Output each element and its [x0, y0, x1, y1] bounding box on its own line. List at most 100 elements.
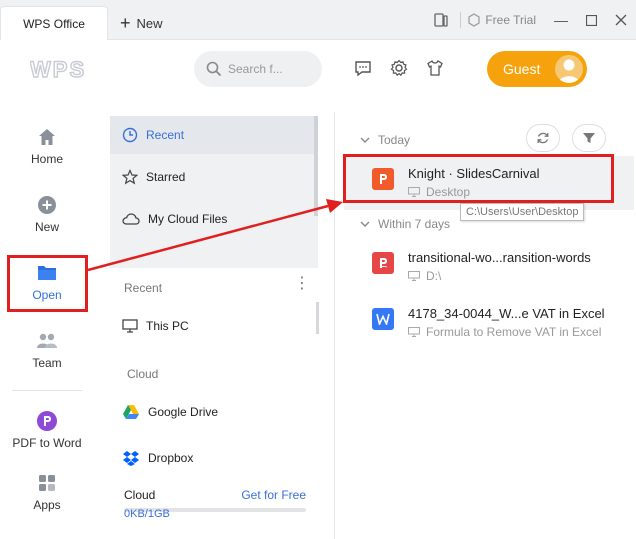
apps-icon [36, 472, 58, 494]
column-divider [334, 112, 335, 539]
nav-home[interactable]: Home [8, 126, 86, 166]
search-input[interactable] [228, 62, 298, 76]
location-dropbox[interactable]: Dropbox [110, 444, 318, 472]
location-panel: Recent Starred My Cloud Files Recent ⋮ T… [94, 112, 334, 539]
monitor-icon [122, 319, 138, 333]
plus-circle-icon [36, 194, 58, 216]
title-bar: WPS Office + New Free Trial — [0, 0, 636, 40]
nav-team[interactable]: Team [8, 330, 86, 370]
path-tooltip: C:\Users\User\Desktop [460, 203, 585, 221]
team-icon [36, 330, 58, 352]
minimize-icon: — [554, 12, 568, 28]
nav-team-label: Team [32, 356, 62, 370]
nav-new-label: New [34, 220, 59, 234]
minimize-button[interactable]: — [546, 8, 576, 32]
annotation-box-file [343, 154, 614, 203]
quick-item-starred[interactable]: Starred [110, 158, 314, 196]
quick-item-my-cloud-files[interactable]: My Cloud Files [110, 200, 314, 238]
quick-item-label: Starred [146, 170, 186, 184]
google-drive-icon [123, 405, 139, 419]
avatar [553, 53, 585, 85]
annotation-box-open [7, 255, 88, 312]
guest-label: Guest [503, 61, 541, 77]
free-trial-label: Free Trial [485, 13, 536, 27]
wps-logo: WPS [29, 56, 102, 83]
nav-apps-label: Apps [33, 498, 61, 512]
quick-item-label: Recent [146, 128, 185, 142]
nav-pdf-to-word[interactable]: PDF to Word [8, 410, 86, 450]
search-icon [206, 61, 222, 77]
maximize-button[interactable] [576, 8, 606, 32]
file-row-transitional-words[interactable]: transitional-wo...ransition-words D:\ [344, 240, 634, 294]
new-tab-label: New [136, 15, 163, 31]
file-location-label: D:\ [426, 269, 442, 283]
message-icon[interactable] [352, 57, 374, 79]
storage-label: Cloud [124, 488, 156, 502]
file-location: Formula to Remove VAT in Excel [408, 325, 605, 339]
gear-icon[interactable] [388, 57, 410, 79]
get-for-free-link[interactable]: Get for Free [241, 488, 306, 502]
left-nav: Home New Open Team PDF to Word Apps [0, 112, 94, 539]
close-button[interactable] [606, 8, 636, 32]
quick-access-scrollbar[interactable] [314, 116, 318, 216]
dropbox-icon [123, 451, 139, 466]
pdf-file-icon [372, 252, 394, 274]
tab-wps-office[interactable]: WPS Office [0, 6, 108, 40]
within-7-days-label: Within 7 days [378, 217, 451, 231]
star-icon [122, 169, 138, 185]
svg-text:WPS: WPS [30, 58, 86, 80]
recent-section-label: Recent [124, 281, 163, 295]
location-label: Google Drive [148, 405, 219, 419]
within-7-days-section-header[interactable]: Within 7 days [360, 217, 450, 231]
refresh-icon [537, 132, 549, 144]
quick-access-panel: Recent Starred My Cloud Files [110, 116, 318, 268]
location-this-pc[interactable]: This PC [110, 312, 318, 340]
location-google-drive[interactable]: Google Drive [110, 398, 318, 426]
filter-button[interactable] [572, 124, 606, 152]
chevron-down-icon [360, 137, 370, 143]
file-location: D:\ [408, 269, 591, 283]
writer-file-icon [372, 308, 394, 330]
folder-icon [408, 327, 420, 337]
pdf-to-word-icon [36, 410, 58, 432]
close-icon [615, 14, 627, 26]
nav-new[interactable]: New [8, 194, 86, 234]
filter-icon [583, 133, 595, 143]
guest-button[interactable]: Guest [487, 51, 587, 87]
nav-apps[interactable]: Apps [8, 472, 86, 512]
new-tab-button[interactable]: + New [120, 12, 163, 34]
recent-scrollbar[interactable] [316, 302, 319, 334]
monitor-icon [408, 271, 420, 281]
tablet-mode-icon[interactable] [428, 8, 454, 32]
nav-separator [12, 390, 82, 391]
nav-home-label: Home [30, 152, 63, 166]
file-location-label: Formula to Remove VAT in Excel [426, 325, 602, 339]
location-label: Dropbox [148, 451, 194, 465]
chevron-down-icon [360, 221, 370, 227]
today-section-header[interactable]: Today [360, 133, 410, 147]
file-meta: 4178_34-0044_W...e VAT in Excel Formula … [408, 306, 605, 339]
location-label: This PC [146, 319, 189, 333]
nav-pdf-to-word-label: PDF to Word [12, 436, 82, 450]
quick-item-label: My Cloud Files [148, 212, 228, 226]
quick-item-recent[interactable]: Recent [110, 116, 314, 154]
file-meta: transitional-wo...ransition-words D:\ [408, 250, 591, 283]
home-icon [36, 126, 58, 148]
titlebar-separator [460, 12, 462, 28]
cloud-section-label: Cloud [127, 367, 159, 381]
file-row-remove-vat-excel[interactable]: 4178_34-0044_W...e VAT in Excel Formula … [344, 296, 634, 350]
today-label: Today [378, 133, 411, 147]
skin-icon[interactable] [424, 57, 446, 79]
header-icons [352, 57, 446, 79]
maximize-icon [585, 14, 597, 26]
search-box[interactable] [194, 51, 322, 87]
plus-icon: + [120, 13, 131, 33]
titlebar-controls: Free Trial — [428, 8, 636, 32]
refresh-button[interactable] [526, 124, 560, 152]
more-options-icon[interactable]: ⋮ [294, 276, 310, 292]
cloud-storage-widget: Cloud Get for Free 0KB/1GB [124, 488, 306, 520]
free-trial-button[interactable]: Free Trial [467, 13, 536, 27]
badge-icon [468, 13, 480, 27]
cloud-icon [122, 213, 140, 225]
storage-usage-text: 0KB/1GB [124, 508, 170, 520]
